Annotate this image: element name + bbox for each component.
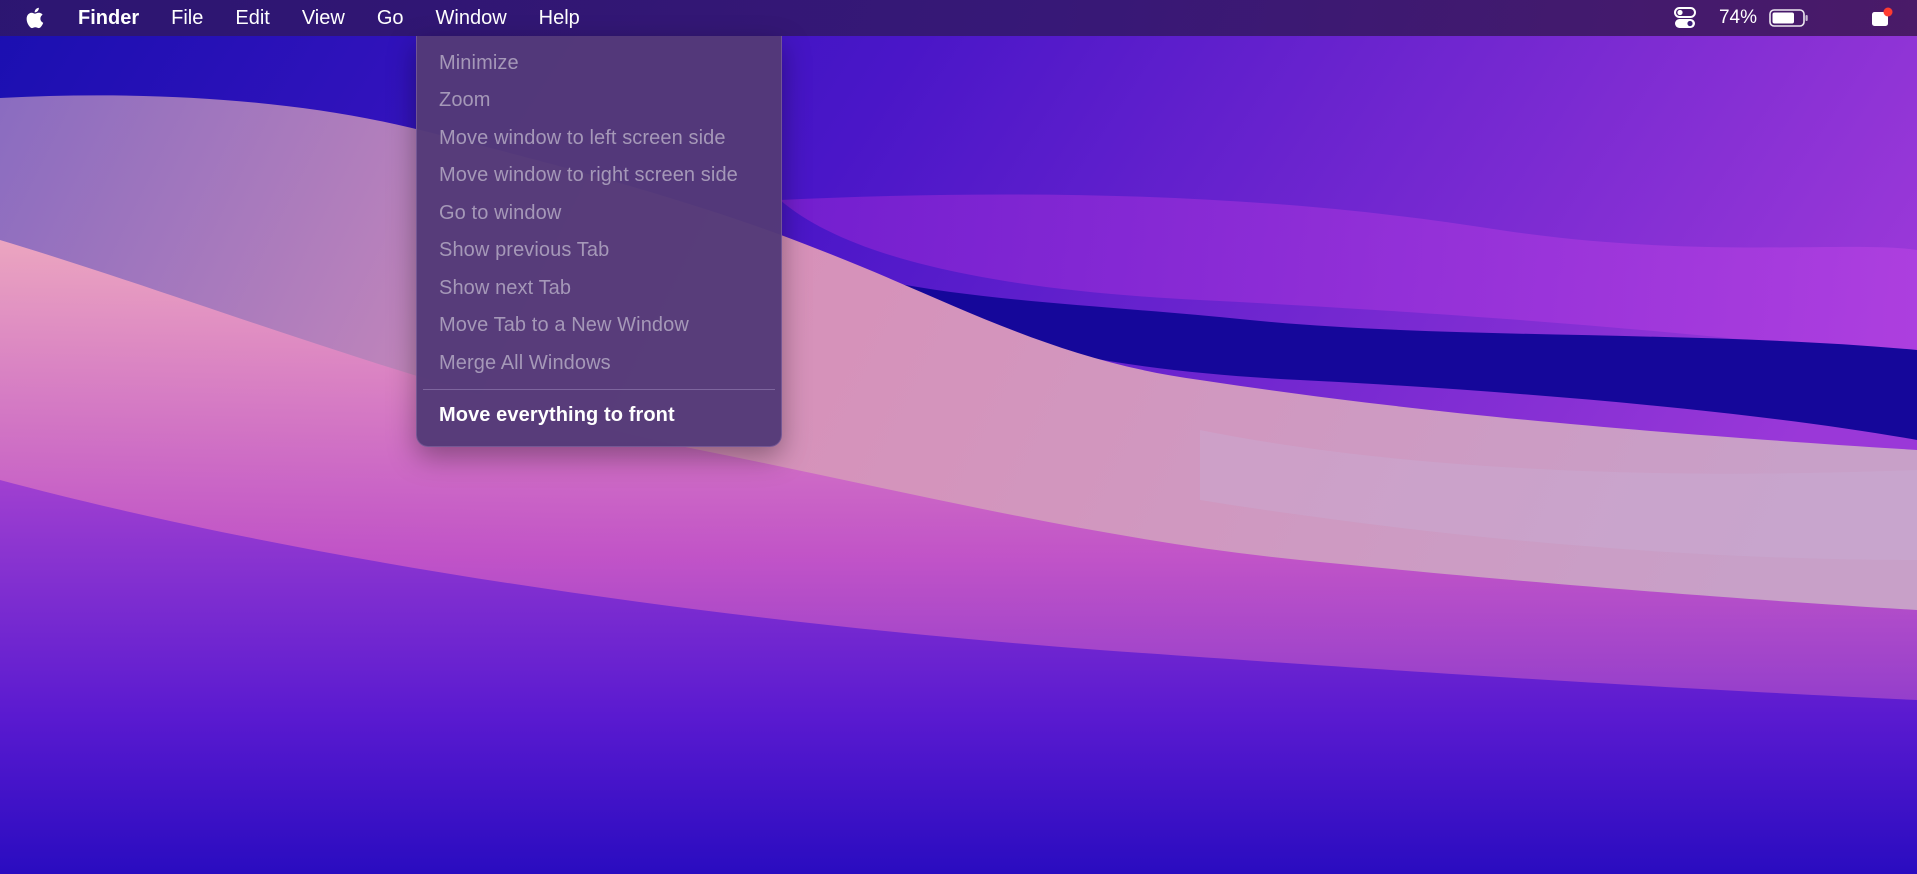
menu-finder[interactable]: Finder: [74, 0, 155, 36]
menu-item-bring-all-to-front[interactable]: Move everything to front: [439, 400, 675, 430]
menu-item-move-tab-new-window[interactable]: Move Tab to a New Window: [439, 310, 689, 340]
battery-fill: [1772, 12, 1794, 24]
menu-file[interactable]: File: [155, 0, 219, 36]
menu-item-show-previous-tab[interactable]: Show previous Tab: [439, 235, 609, 265]
battery-icon[interactable]: [1769, 8, 1809, 28]
menu-help[interactable]: Help: [523, 0, 596, 36]
menu-edit[interactable]: Edit: [219, 0, 285, 36]
menu-item-move-right[interactable]: Move window to right screen side: [439, 160, 738, 190]
menu-item-minimize[interactable]: Minimize: [439, 48, 519, 78]
toggle-switches-icon[interactable]: [1673, 6, 1699, 30]
menu-separator: [423, 389, 775, 390]
menu-item-go-to-window[interactable]: Go to window: [439, 198, 561, 228]
menu-bar: Finder File Edit View Go Window Help 74%: [0, 0, 1917, 36]
menu-item-show-next-tab[interactable]: Show next Tab: [439, 273, 571, 303]
desktop-wallpaper: [0, 0, 1917, 874]
window-menu-dropdown: Minimize Zoom Move window to left screen…: [416, 36, 782, 447]
notification-center-icon[interactable]: [1871, 7, 1893, 29]
menu-item-zoom[interactable]: Zoom: [439, 85, 491, 115]
menu-item-move-left[interactable]: Move window to left screen side: [439, 123, 726, 153]
battery-percentage: 74%: [1718, 7, 1757, 28]
apple-logo-icon[interactable]: [24, 5, 46, 31]
status-area: 74%: [1673, 0, 1917, 36]
menu-view[interactable]: View: [286, 0, 361, 36]
menu-window[interactable]: Window: [420, 0, 523, 36]
menu-item-merge-all-windows[interactable]: Merge All Windows: [439, 348, 611, 378]
menu-go[interactable]: Go: [361, 0, 420, 36]
